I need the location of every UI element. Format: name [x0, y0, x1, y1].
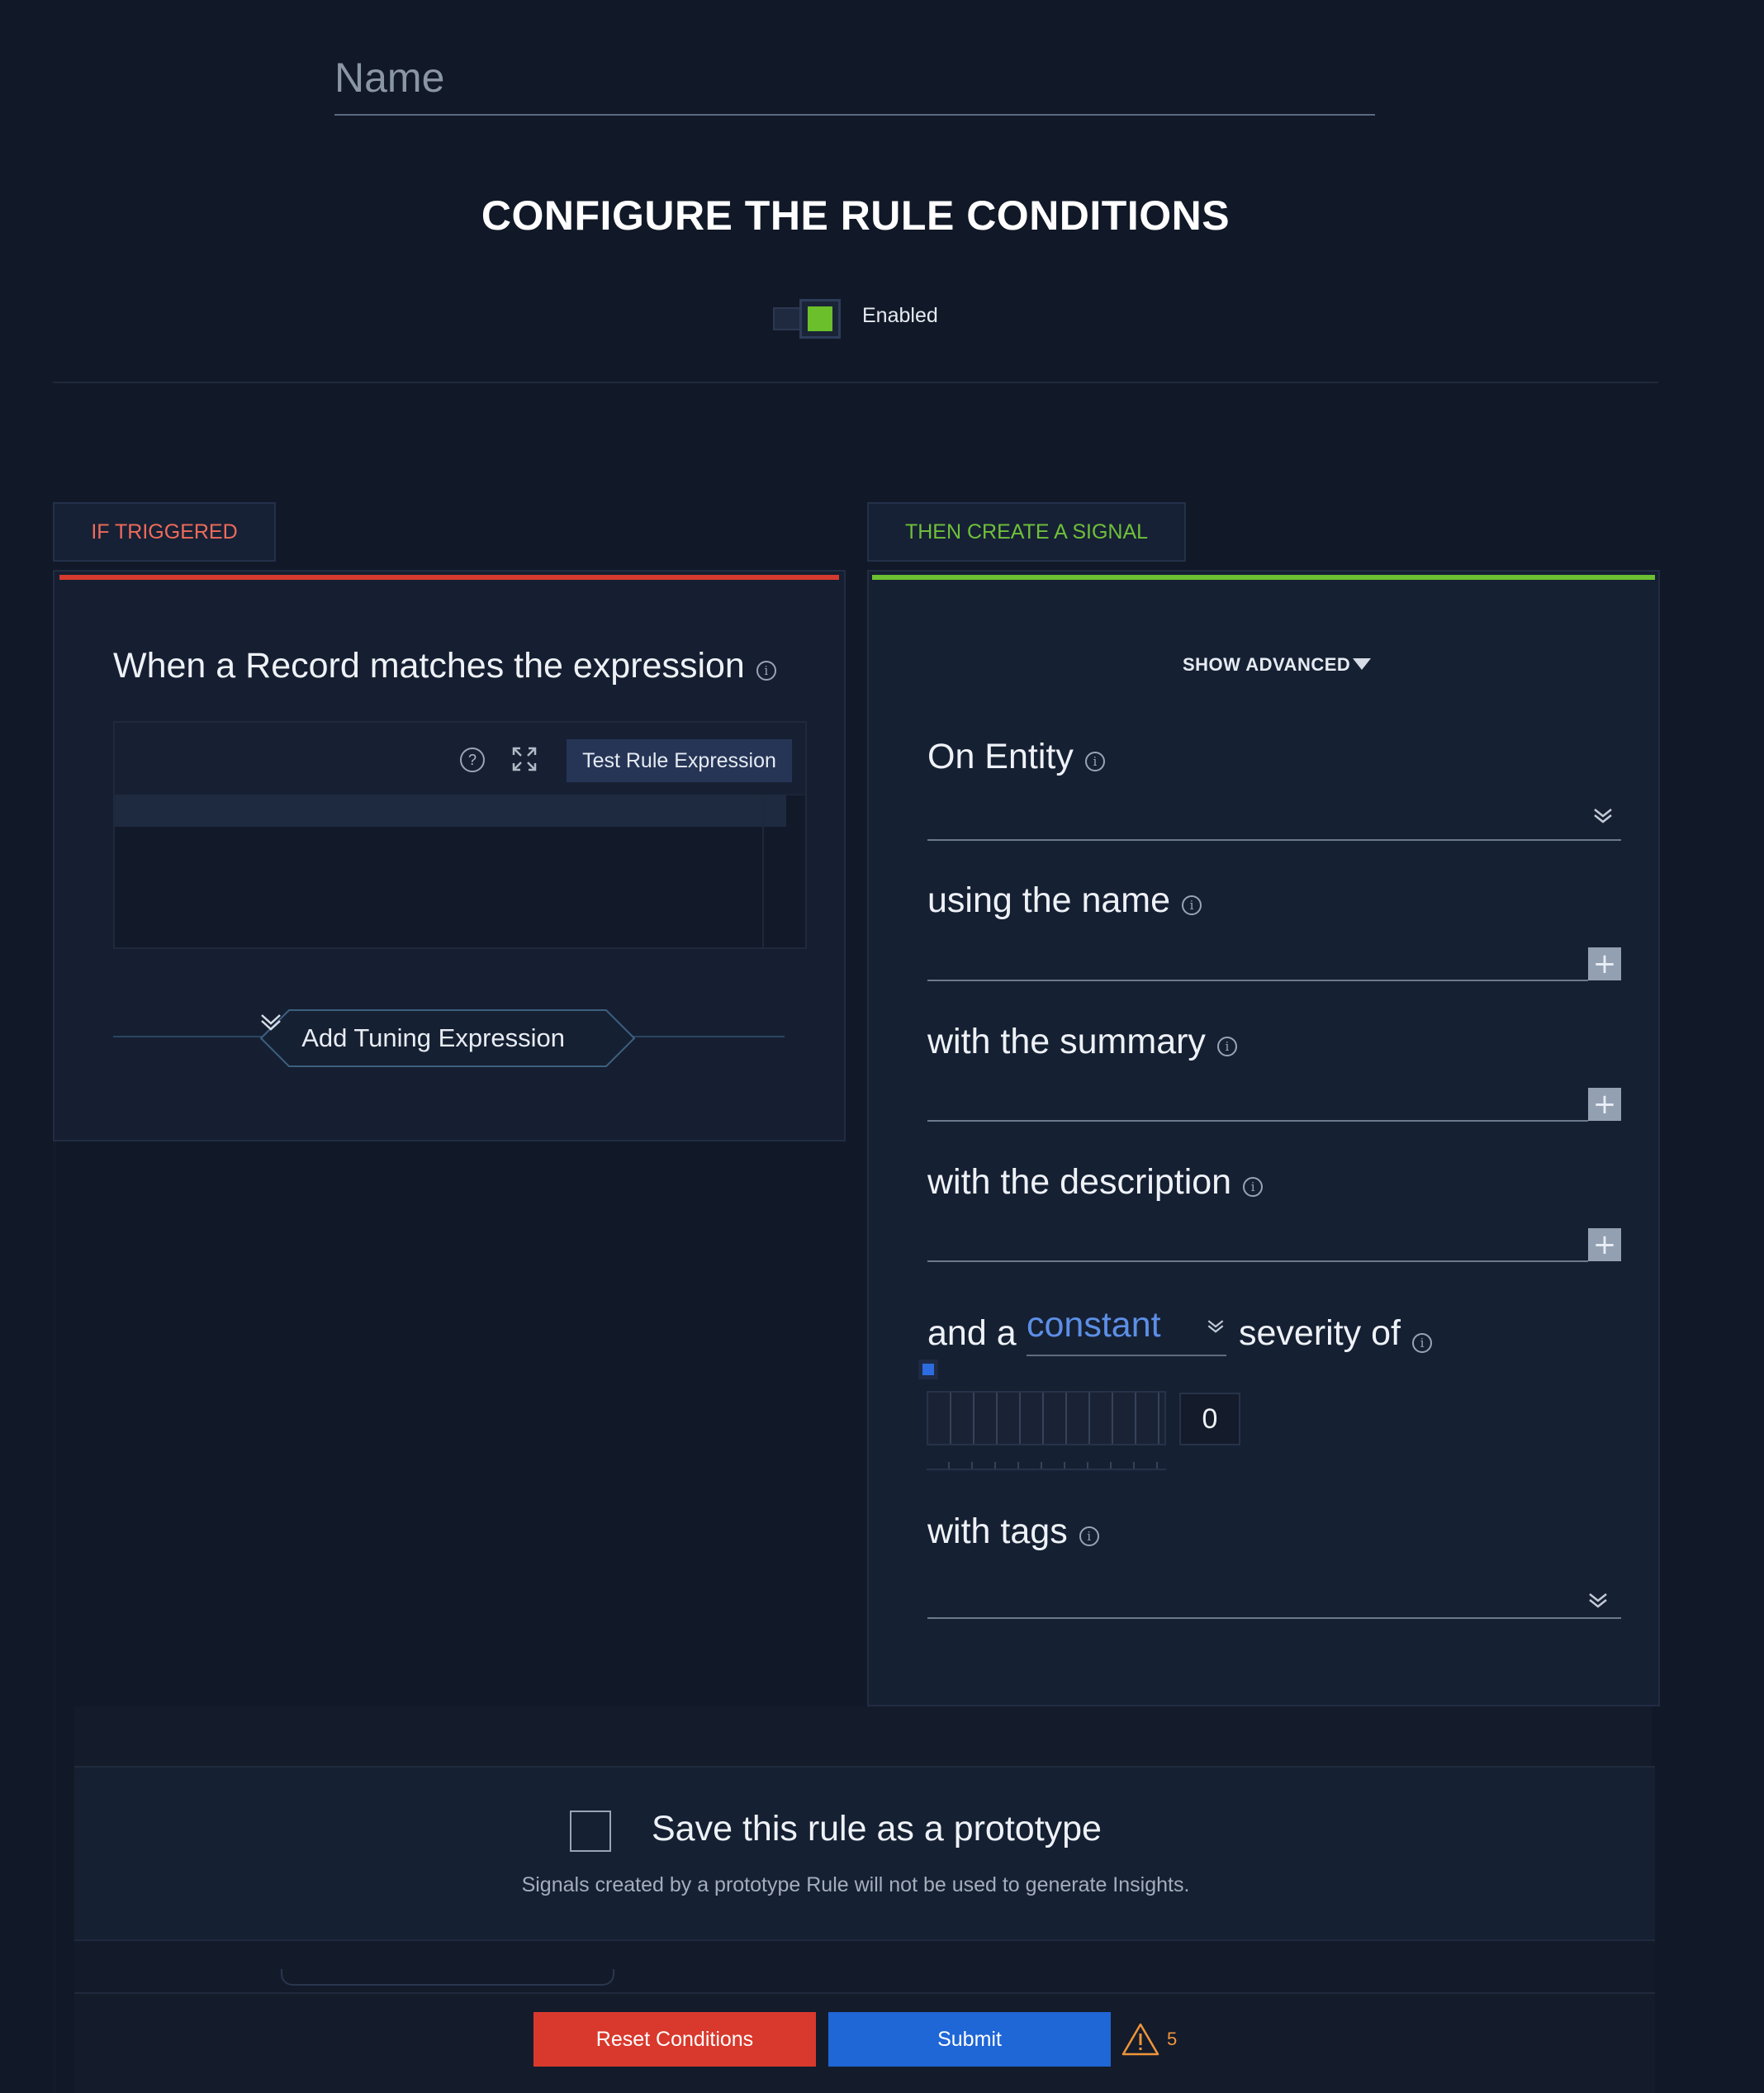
editor-active-line[interactable]: [115, 795, 786, 827]
add-summary-button[interactable]: +: [1588, 1088, 1621, 1121]
expression-heading: When a Record matches the expression i: [113, 646, 776, 686]
info-icon[interactable]: i: [1216, 1036, 1237, 1056]
expression-title: When a Record matches the expression: [113, 646, 745, 686]
enabled-toggle[interactable]: [773, 297, 841, 339]
chevron-down-icon: [261, 1014, 281, 1031]
page-title: CONFIGURE THE RULE CONDITIONS: [481, 192, 1231, 239]
using-name-heading: using the name i: [927, 880, 1202, 921]
on-entity-select[interactable]: [927, 793, 1621, 841]
severity-slider[interactable]: [927, 1391, 1166, 1445]
toggle-knob: [799, 299, 841, 339]
description-label: with the description: [927, 1162, 1232, 1202]
using-name-label: using the name: [927, 880, 1171, 920]
info-icon[interactable]: i: [1182, 895, 1202, 915]
tags-label: with tags: [927, 1512, 1068, 1551]
submit-button[interactable]: Submit: [828, 2012, 1111, 2067]
spacer-strip: [74, 1706, 1652, 1766]
using-name-underline: [927, 980, 1588, 981]
summary-input[interactable]: [927, 1074, 1588, 1120]
chevron-down-icon: [1207, 1320, 1224, 1333]
add-description-button[interactable]: +: [1588, 1228, 1621, 1261]
on-entity-underline: [927, 839, 1621, 841]
then-create-signal-accent-bar: [872, 575, 1655, 580]
reset-conditions-button[interactable]: Reset Conditions: [533, 2012, 816, 2067]
panel-edge: [53, 1141, 56, 2093]
warning-count[interactable]: 5: [1167, 2029, 1177, 2050]
tags-select[interactable]: [927, 1569, 1621, 1617]
prototype-section: [74, 1766, 1655, 1941]
severity-heading: severity of i: [1239, 1313, 1432, 1354]
prototype-checkbox[interactable]: [570, 1811, 611, 1852]
test-rule-expression-button[interactable]: Test Rule Expression: [567, 739, 792, 782]
name-input[interactable]: [334, 41, 1375, 114]
editor-scrollbar[interactable]: [762, 795, 805, 947]
description-heading: with the description i: [927, 1162, 1264, 1203]
enabled-label: Enabled: [862, 304, 938, 327]
expand-icon[interactable]: [511, 746, 538, 772]
tab-if-triggered[interactable]: IF TRIGGERED: [53, 502, 276, 562]
prototype-hint: Signals created by a prototype Rule will…: [521, 1873, 1190, 1896]
divider: [53, 382, 1658, 383]
editor-toolbar: ? Test Rule Expression: [115, 723, 805, 795]
summary-heading: with the summary i: [927, 1022, 1237, 1062]
severity-mode-select[interactable]: constant: [1027, 1303, 1226, 1356]
severity-slider-handle[interactable]: [918, 1360, 938, 1379]
add-tuning-expression-button[interactable]: Add Tuning Expression: [259, 1009, 636, 1068]
name-field[interactable]: [334, 41, 1375, 116]
scroll-shadow-outline: [281, 1969, 614, 1986]
tuning-button-label: Add Tuning Expression: [301, 1023, 565, 1052]
on-entity-label: On Entity: [927, 737, 1074, 776]
chevron-down-icon[interactable]: [1586, 1588, 1610, 1612]
tags-underline: [927, 1617, 1621, 1619]
tab-then-create-signal[interactable]: THEN CREATE A SIGNAL: [867, 502, 1186, 562]
info-icon[interactable]: i: [756, 660, 776, 681]
using-name-input[interactable]: [927, 933, 1588, 980]
info-icon[interactable]: i: [1084, 751, 1105, 771]
severity-value-input[interactable]: 0: [1179, 1393, 1240, 1445]
info-icon[interactable]: i: [1079, 1526, 1099, 1546]
caret-down-icon[interactable]: [1353, 658, 1371, 670]
on-entity-heading: On Entity i: [927, 737, 1105, 777]
description-underline: [927, 1260, 1588, 1262]
prototype-label: Save this rule as a prototype: [652, 1809, 1102, 1849]
question-circle-icon[interactable]: ?: [460, 748, 485, 772]
tuning-divider-left: [113, 1036, 262, 1037]
info-icon[interactable]: i: [1243, 1176, 1264, 1197]
expression-editor[interactable]: ? Test Rule Expression: [113, 721, 807, 949]
severity-mode-value: constant: [1027, 1305, 1161, 1345]
severity-prefix: and a: [927, 1313, 1017, 1353]
description-input[interactable]: [927, 1214, 1588, 1260]
summary-underline: [927, 1120, 1588, 1122]
severity-slider-ticks: [927, 1462, 1166, 1470]
tags-heading: with tags i: [927, 1512, 1099, 1552]
info-icon[interactable]: i: [1411, 1332, 1432, 1353]
warning-triangle-icon[interactable]: [1121, 2022, 1159, 2057]
tuning-divider-right: [633, 1036, 785, 1037]
summary-label: with the summary: [927, 1022, 1206, 1061]
chevron-down-icon[interactable]: [1591, 803, 1615, 828]
add-name-button[interactable]: +: [1588, 947, 1621, 980]
show-advanced-toggle[interactable]: SHOW ADVANCED: [1183, 654, 1350, 676]
if-triggered-accent-bar: [59, 575, 839, 580]
severity-suffix: severity of: [1239, 1313, 1401, 1353]
